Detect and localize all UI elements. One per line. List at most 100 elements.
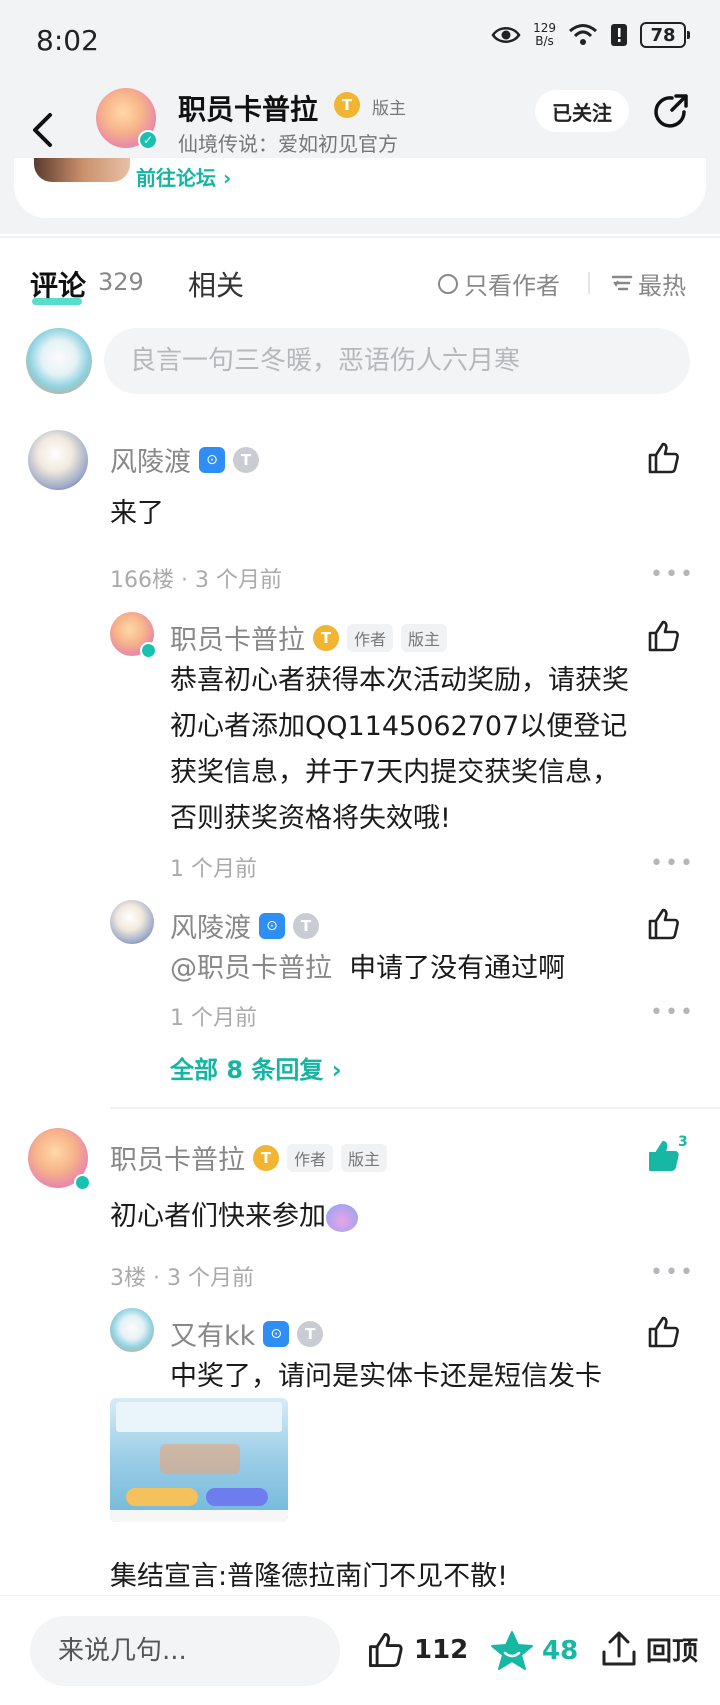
- share-button[interactable]: [650, 90, 692, 132]
- role-tag: 版主: [401, 623, 448, 652]
- bottom-action-bar: 112 48 回顶: [0, 1595, 720, 1705]
- comment-body: 初心者们快来参加: [110, 1201, 326, 1232]
- sort-icon: [611, 275, 633, 290]
- net-speed-unit: B/s: [535, 34, 554, 48]
- game-controller-icon: ⊙: [199, 446, 225, 473]
- favorite-button[interactable]: 48: [490, 1630, 578, 1672]
- reply-image[interactable]: [110, 1398, 288, 1522]
- more-options-icon[interactable]: •••: [650, 1000, 695, 1025]
- like-icon[interactable]: [646, 1314, 682, 1350]
- reply-body: 申请了没有通过啊: [349, 953, 566, 984]
- wifi-icon: [569, 24, 597, 45]
- liked-icon[interactable]: [646, 1138, 682, 1174]
- image-title-graphic: [160, 1444, 240, 1474]
- verified-icon: ✓: [138, 130, 158, 150]
- game-controller-icon: ⊙: [263, 1320, 290, 1347]
- role-label: 版主: [372, 99, 406, 119]
- avatar[interactable]: [28, 1128, 91, 1191]
- go-to-forum-link[interactable]: 前往论坛 ›: [136, 162, 231, 191]
- reply-author[interactable]: 职员卡普拉 T 作者 版主: [170, 618, 448, 657]
- reply-author[interactable]: 风陵渡 ⊙ T: [170, 906, 319, 945]
- radio-icon: [438, 273, 458, 294]
- author-subtitle: 仙境传说：爱如初见官方: [178, 132, 398, 156]
- comment-input[interactable]: [104, 328, 690, 394]
- like-icon[interactable]: [646, 906, 682, 942]
- forum-card: 前往论坛 ›: [14, 158, 706, 218]
- like-icon[interactable]: [646, 440, 682, 476]
- tab-related[interactable]: 相关: [188, 264, 244, 304]
- eye-icon: [491, 27, 521, 43]
- post-header: ✓ 职员卡普拉 T 版主 仙境传说：爱如初见官方 已关注 前往论坛 ›: [0, 84, 720, 234]
- like-count: 112: [414, 1635, 469, 1665]
- like-count: 3: [678, 1134, 688, 1150]
- follow-button[interactable]: 已关注: [535, 90, 629, 132]
- reply-text-line: 初心者添加QQ1145062707以便登记: [170, 711, 628, 742]
- reply-input[interactable]: [30, 1616, 340, 1686]
- tab-comments[interactable]: 评论: [30, 264, 86, 304]
- game-controller-icon: ⊙: [259, 912, 285, 939]
- reply-meta: 1 个月前: [170, 857, 257, 882]
- reply-text-line: 否则获奖资格将失效哦!: [170, 803, 451, 834]
- comments-count: 329: [98, 268, 144, 296]
- favorite-count: 48: [542, 1636, 579, 1666]
- alert-icon: [611, 24, 627, 46]
- image-navbar: [110, 1510, 288, 1522]
- only-author-toggle[interactable]: 只看作者: [438, 266, 560, 301]
- comment-meta: 166楼 · 3 个月前: [110, 568, 282, 593]
- more-options-icon[interactable]: •••: [650, 1260, 695, 1285]
- upload-arrow-icon: [602, 1631, 636, 1666]
- reply-text: @职员卡普拉 申请了没有通过啊: [170, 948, 565, 990]
- reply-meta: 1 个月前: [170, 1006, 257, 1031]
- comment-author[interactable]: 职员卡普拉 T 作者 版主: [110, 1138, 388, 1177]
- comment-text: 初心者们快来参加: [110, 1196, 358, 1238]
- divider: [0, 236, 720, 238]
- author-name[interactable]: 职员卡普拉: [178, 88, 318, 128]
- sort-hot-button[interactable]: 最热: [610, 266, 686, 301]
- avatar[interactable]: [28, 430, 88, 490]
- more-options-icon[interactable]: •••: [650, 851, 695, 876]
- level-badge-icon: T: [313, 624, 339, 651]
- author-tag: 作者: [287, 1143, 334, 1172]
- back-to-top-label: 回顶: [646, 1636, 699, 1667]
- avatar[interactable]: [110, 612, 157, 659]
- back-button[interactable]: [30, 98, 70, 162]
- status-time: 8:02: [36, 24, 99, 57]
- avatar[interactable]: [110, 1308, 154, 1352]
- level-badge-icon: T: [293, 912, 319, 939]
- status-icons: 129 B/s 78: [491, 22, 690, 48]
- like-button[interactable]: 112: [366, 1630, 468, 1670]
- emoji-face-icon: [326, 1203, 358, 1232]
- image-button-graphic: [126, 1488, 198, 1506]
- username: 职员卡普拉: [110, 1145, 245, 1176]
- username: 又有kk: [170, 1321, 256, 1352]
- mention-link[interactable]: @职员卡普拉: [170, 953, 332, 984]
- more-options-icon[interactable]: •••: [650, 562, 695, 587]
- username: 职员卡普拉: [170, 625, 305, 656]
- reply-text: 恭喜初心者获得本次活动奖励，请获奖 初心者添加QQ1145062707以便登记 …: [170, 658, 629, 842]
- tab-separator: [588, 272, 590, 294]
- username: 风陵渡: [170, 913, 251, 944]
- battery-indicator: 78: [640, 22, 690, 48]
- status-bar: 8:02 129 B/s 78: [0, 0, 720, 84]
- verified-icon: [140, 642, 157, 659]
- avatar[interactable]: [110, 900, 154, 944]
- comment-tabs: 评论 329 相关 只看作者 最热: [0, 258, 720, 308]
- back-to-top-button[interactable]: 回顶: [600, 1630, 698, 1668]
- divider: [110, 1107, 720, 1109]
- author-avatar[interactable]: ✓: [96, 88, 158, 150]
- role-tag: 版主: [341, 1143, 388, 1172]
- level-badge-icon: T: [233, 446, 259, 473]
- view-all-replies-link[interactable]: 全部 8 条回复 ›: [170, 1050, 342, 1085]
- net-speed: 129 B/s: [533, 22, 556, 48]
- forum-thumbnail: [34, 158, 130, 182]
- comment-text: 来了: [110, 498, 164, 529]
- level-badge-icon: T: [334, 92, 360, 118]
- comment-author[interactable]: 风陵渡 ⊙ T: [110, 440, 259, 479]
- reply-text: 中奖了，请问是实体卡还是短信发卡: [170, 1361, 602, 1392]
- reply-author[interactable]: 又有kk ⊙ T: [170, 1314, 324, 1353]
- star-icon: [491, 1631, 533, 1670]
- only-author-label: 只看作者: [464, 272, 560, 300]
- like-icon[interactable]: [646, 618, 682, 654]
- my-avatar: [26, 328, 92, 394]
- chevron-left-icon: [33, 113, 52, 147]
